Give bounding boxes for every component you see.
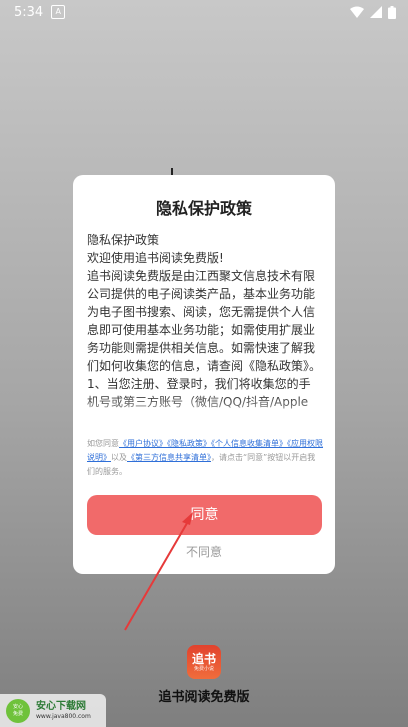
- disagree-button[interactable]: 不同意: [73, 543, 335, 560]
- privacy-dialog: 隐私保护政策 隐私保护政策 欢迎使用追书阅读免费版! 追书阅读免费版是由江西聚文…: [73, 175, 335, 574]
- dialog-title: 隐私保护政策: [155, 199, 252, 218]
- personal-info-list-link[interactable]: 《个人信息收集清单》: [211, 439, 287, 448]
- agreement-text: 如您同意《用户协议》《隐私政策》《个人信息收集清单》《应用权限说明》以及《第三方…: [87, 437, 323, 479]
- policy-line: 欢迎使用追书阅读免费版!: [87, 251, 224, 265]
- app-logo: 追书 免费小说: [187, 645, 221, 679]
- agreement-prefix: 如您同意: [87, 439, 119, 448]
- policy-line: 追书阅读免费版是由江西聚文信息技术有限公司提供的电子阅读类产品，基本业务功能为电…: [87, 269, 321, 373]
- third-party-sharing-link[interactable]: 《第三方信息共享清单》: [127, 453, 211, 462]
- policy-text[interactable]: 隐私保护政策 欢迎使用追书阅读免费版! 追书阅读免费版是由江西聚文信息技术有限公…: [87, 231, 321, 427]
- watermark-logo-line2: 免费: [12, 710, 23, 717]
- signal-icon: [370, 6, 382, 18]
- status-left: 5:34 A: [14, 4, 66, 20]
- status-right: [350, 5, 396, 19]
- watermark-text: 安心下载网 www.java800.com: [36, 701, 91, 721]
- policy-line: 隐私保护政策: [87, 233, 160, 247]
- watermark-logo: 安心 免费: [6, 698, 30, 723]
- watermark-title: 安心下载网: [36, 700, 86, 712]
- status-time: 5:34: [14, 4, 44, 20]
- text-fade: [87, 395, 321, 427]
- status-bar: 5:34 A: [0, 0, 408, 24]
- watermark-logo-line1: 安心: [12, 703, 23, 710]
- watermark-url: www.java800.com: [36, 712, 91, 720]
- agree-button[interactable]: 同意: [87, 495, 322, 535]
- wifi-icon: [350, 6, 364, 18]
- notification-badge-icon: A: [51, 5, 66, 19]
- watermark: 安心 免费 安心下载网 www.java800.com: [0, 694, 106, 727]
- battery-icon: [388, 5, 396, 19]
- privacy-policy-link[interactable]: 《隐私政策》: [167, 439, 211, 448]
- agreement-and: 以及: [111, 453, 127, 462]
- app-logo-text: 追书: [191, 652, 216, 666]
- app-logo-subtext: 免费小说: [193, 666, 214, 672]
- user-agreement-link[interactable]: 《用户协议》: [119, 439, 167, 448]
